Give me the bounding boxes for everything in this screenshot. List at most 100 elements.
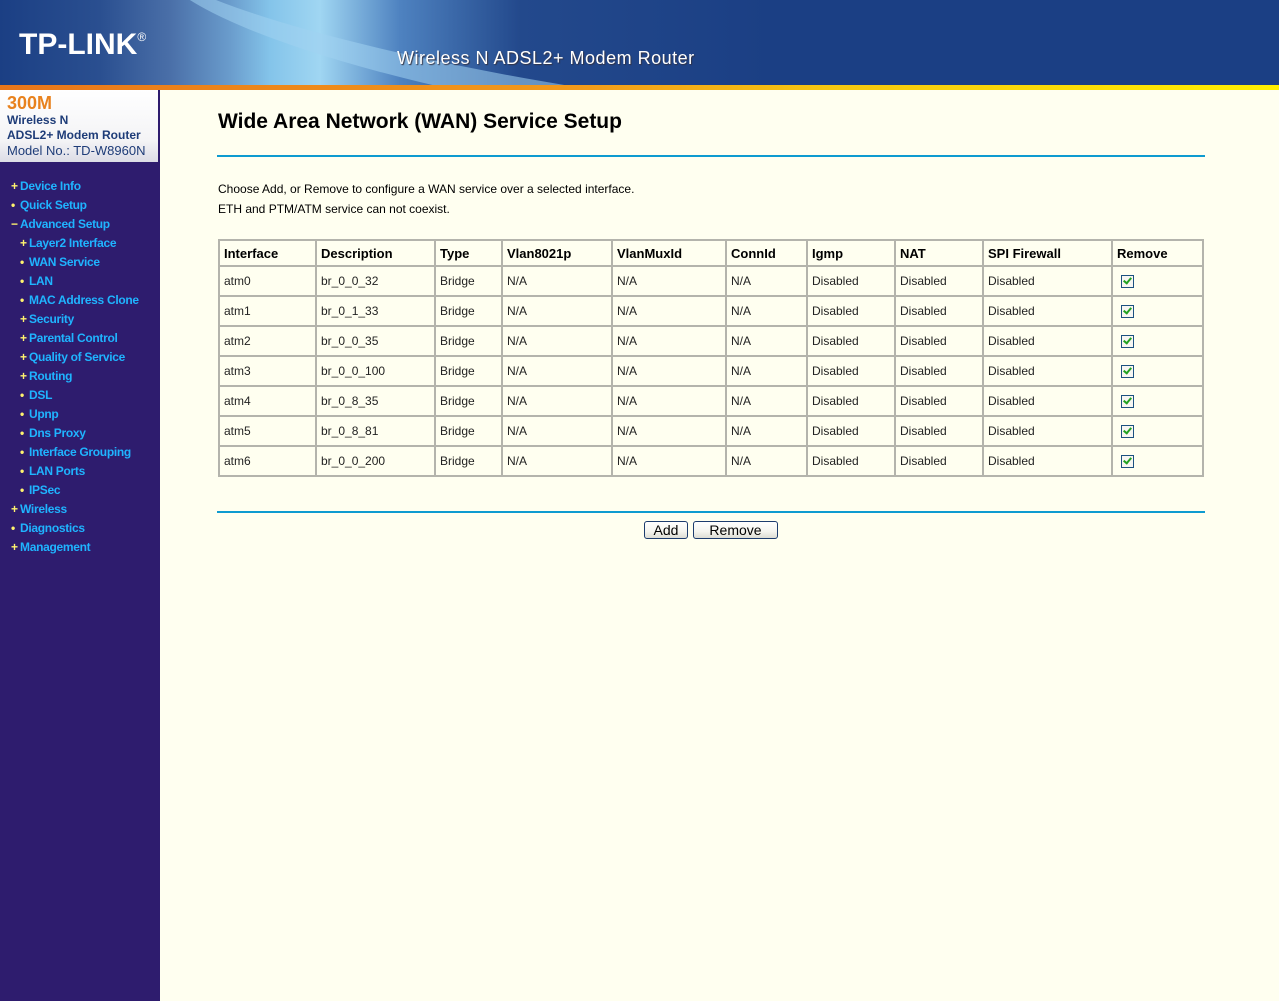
table-row: atm4 br_0_8_35 Bridge N/A N/A N/A Disabled Disa… [218, 385, 1204, 417]
sidebar-item-label: Upnp [29, 407, 59, 421]
sidebar-item-ipsec[interactable]: • IPSec [0, 481, 160, 500]
column-header-spi-firewall: SPI Firewall [982, 239, 1113, 267]
sidebar-item-management[interactable]: + Management [0, 538, 160, 557]
sidebar-item-quality-of-service[interactable]: + Quality of Service [0, 348, 160, 367]
cell-spi-firewall: Disabled [982, 265, 1113, 297]
cell-remove [1111, 295, 1204, 327]
column-header-vlanmuxid: VlanMuxId [611, 239, 727, 267]
cell-nat: Disabled [894, 415, 984, 447]
sidebar: 300M Wireless N ADSL2+ Modem Router Mode… [0, 90, 160, 1001]
sidebar-item-dsl[interactable]: • DSL [0, 386, 160, 405]
bullet-dot-icon: • [20, 293, 24, 307]
sidebar-item-lan[interactable]: • LAN [0, 272, 160, 291]
cell-description: br_0_0_100 [315, 355, 436, 387]
remove-button[interactable]: Remove [693, 521, 778, 539]
cell-spi-firewall: Disabled [982, 385, 1113, 417]
cell-type: Bridge [434, 265, 503, 297]
cell-vlanmuxid: N/A [611, 265, 727, 297]
cell-spi-firewall: Disabled [982, 415, 1113, 447]
sidebar-item-upnp[interactable]: • Upnp [0, 405, 160, 424]
sidebar-item-parental-control[interactable]: + Parental Control [0, 329, 160, 348]
remove-checkbox[interactable] [1121, 425, 1134, 439]
cell-vlan8021p: N/A [501, 445, 613, 477]
cell-type: Bridge [434, 325, 503, 357]
table-row: atm2 br_0_0_35 Bridge N/A N/A N/A Disabled Disa… [218, 325, 1204, 357]
sidebar-item-label: Dns Proxy [29, 426, 86, 440]
expand-plus-icon: + [20, 369, 27, 383]
collapse-minus-icon: − [11, 217, 18, 231]
bullet-dot-icon: • [20, 464, 24, 478]
sidebar-item-routing[interactable]: + Routing [0, 367, 160, 386]
cell-spi-firewall: Disabled [982, 445, 1113, 477]
cell-igmp: Disabled [806, 385, 896, 417]
product-title: Wireless N ADSL2+ Modem Router [397, 48, 695, 68]
cell-connid: N/A [725, 445, 808, 477]
remove-checkbox[interactable] [1121, 365, 1134, 379]
divider-bottom [217, 511, 1205, 513]
sidebar-item-wan-service[interactable]: • WAN Service [0, 253, 160, 272]
sidebar-item-label: DSL [29, 388, 53, 402]
sidebar-item-label: IPSec [29, 483, 61, 497]
cell-nat: Disabled [894, 295, 984, 327]
cell-remove [1111, 385, 1204, 417]
remove-checkbox[interactable] [1121, 395, 1134, 409]
sidebar-item-mac-address-clone[interactable]: • MAC Address Clone [0, 291, 160, 310]
sidebar-item-lan-ports[interactable]: • LAN Ports [0, 462, 160, 481]
cell-remove [1111, 325, 1204, 357]
cell-vlanmuxid: N/A [611, 385, 727, 417]
add-button[interactable]: Add [644, 521, 688, 539]
sidebar-item-layer2-interface[interactable]: + Layer2 Interface [0, 234, 160, 253]
cell-igmp: Disabled [806, 415, 896, 447]
remove-checkbox[interactable] [1121, 335, 1134, 349]
sidebar-item-device-info[interactable]: + Device Info [0, 177, 160, 196]
column-header-connid: ConnId [725, 239, 808, 267]
sidebar-item-label: Interface Grouping [29, 445, 131, 459]
expand-plus-icon: + [20, 312, 27, 326]
remove-checkbox[interactable] [1121, 305, 1134, 319]
cell-vlan8021p: N/A [501, 415, 613, 447]
cell-connid: N/A [725, 295, 808, 327]
sidebar-nav: + Device Info • Quick Setup − Advanced Setup +… [0, 177, 160, 557]
sidebar-item-security[interactable]: + Security [0, 310, 160, 329]
column-header-nat: NAT [894, 239, 984, 267]
sidebar-item-diagnostics[interactable]: • Diagnostics [0, 519, 160, 538]
sidebar-item-label: Wireless [20, 502, 67, 516]
remove-checkbox[interactable] [1121, 455, 1134, 469]
cell-description: br_0_8_81 [315, 415, 436, 447]
cell-remove [1111, 445, 1204, 477]
sidebar-item-advanced-setup[interactable]: − Advanced Setup [0, 215, 160, 234]
expand-plus-icon: + [11, 540, 18, 554]
cell-connid: N/A [725, 325, 808, 357]
cell-vlanmuxid: N/A [611, 415, 727, 447]
bullet-dot-icon: • [20, 274, 24, 288]
cell-igmp: Disabled [806, 355, 896, 387]
sidebar-item-quick-setup[interactable]: • Quick Setup [0, 196, 160, 215]
cell-interface: atm1 [218, 295, 317, 327]
cell-spi-firewall: Disabled [982, 355, 1113, 387]
cell-vlan8021p: N/A [501, 295, 613, 327]
table-header-row: Interface Description Type Vlan8021p VlanMux… [218, 239, 1204, 267]
sidebar-item-interface-grouping[interactable]: • Interface Grouping [0, 443, 160, 462]
main-content: Wide Area Network (WAN) Service Setup Ch… [160, 90, 1279, 1001]
table-row: atm5 br_0_8_81 Bridge N/A N/A N/A Disabled Disa… [218, 415, 1204, 447]
sidebar-item-label: Quality of Service [29, 350, 125, 364]
sidebar-item-label: Routing [29, 369, 73, 383]
sidebar-item-label: Advanced Setup [20, 217, 110, 231]
cell-vlanmuxid: N/A [611, 325, 727, 357]
expand-plus-icon: + [20, 331, 27, 345]
bullet-dot-icon: • [20, 483, 24, 497]
remove-checkbox[interactable] [1121, 275, 1134, 289]
bullet-dot-icon: • [11, 521, 15, 535]
column-header-remove: Remove [1111, 239, 1204, 267]
sidebar-item-wireless[interactable]: + Wireless [0, 500, 160, 519]
cell-nat: Disabled [894, 265, 984, 297]
sidebar-item-dns-proxy[interactable]: • Dns Proxy [0, 424, 160, 443]
cell-interface: atm3 [218, 355, 317, 387]
expand-plus-icon: + [11, 179, 18, 193]
cell-vlan8021p: N/A [501, 385, 613, 417]
cell-vlanmuxid: N/A [611, 445, 727, 477]
cell-connid: N/A [725, 355, 808, 387]
description-line-2: ETH and PTM/ATM service can not coexist. [218, 202, 450, 216]
table-row: atm0 br_0_0_32 Bridge N/A N/A N/A Disabled Disa… [218, 265, 1204, 297]
sidebar-item-label: Device Info [20, 179, 81, 193]
